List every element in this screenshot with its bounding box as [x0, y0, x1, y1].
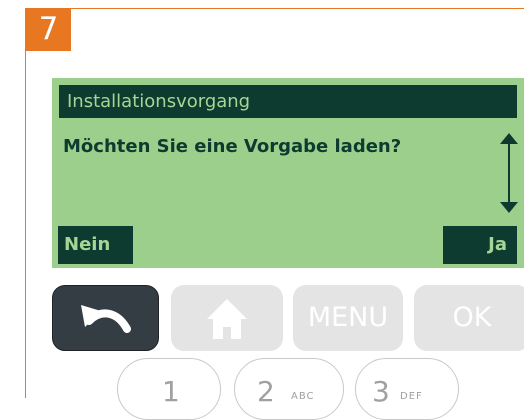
frame-left-border [25, 8, 26, 398]
scroll-arrows-icon [500, 133, 518, 213]
step-number-badge: 7 [26, 8, 71, 51]
ok-button[interactable]: OK [414, 285, 524, 351]
back-arrow-icon [81, 305, 131, 333]
display-header: Installationsvorgang [59, 85, 517, 118]
softkey-nein[interactable]: Nein [58, 226, 133, 264]
numpad-key-3-number: 3 [372, 375, 390, 408]
numpad-key-3[interactable]: 3 DEF [355, 358, 459, 420]
display-question: Möchten Sie eine Vorgabe laden? [63, 136, 402, 157]
menu-button[interactable]: MENU [293, 285, 403, 351]
numpad-key-2-number: 2 [257, 375, 275, 408]
device-display: Installationsvorgang Möchten Sie eine Vo… [52, 78, 524, 268]
numpad-key-1[interactable]: 1 [117, 358, 221, 420]
numpad-key-2[interactable]: 2 ABC [234, 358, 344, 420]
numpad-key-2-letters: ABC [291, 391, 315, 402]
back-button[interactable] [52, 285, 159, 351]
home-icon [207, 299, 247, 339]
numpad-key-3-letters: DEF [400, 391, 423, 402]
home-button[interactable] [171, 285, 283, 351]
softkey-ja[interactable]: Ja [443, 226, 517, 264]
frame-top-border [26, 8, 524, 9]
numpad-key-1-number: 1 [162, 375, 180, 408]
